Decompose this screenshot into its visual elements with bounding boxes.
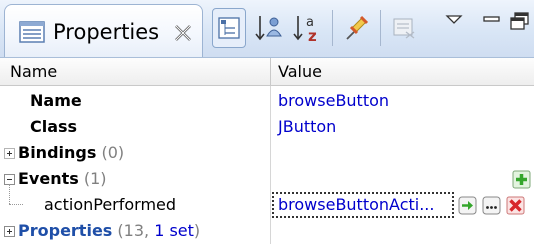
properties-label: Properties (13, 1 set): [18, 221, 201, 240]
column-header-value[interactable]: Value: [278, 60, 322, 84]
properties-count: (13, 1 set): [117, 221, 201, 240]
add-event-button[interactable]: [512, 170, 531, 189]
expand-icon[interactable]: [4, 226, 15, 237]
sort-alphabetical-button[interactable]: a z: [290, 8, 326, 48]
delete-handler-button[interactable]: [506, 196, 525, 215]
view-titlebar: Properties a z: [0, 0, 534, 58]
table-row-name[interactable]: Name browseButton: [0, 88, 534, 116]
property-label: Class: [30, 117, 78, 136]
toolbar-separator: [332, 10, 333, 46]
event-handler-value: browseButtonActi...: [278, 195, 435, 214]
bindings-count: (0): [101, 143, 125, 162]
go-to-handler-icon: [458, 196, 477, 215]
maximize-icon: [510, 12, 529, 30]
close-icon[interactable]: [173, 23, 193, 43]
sort-alphabetical-icon: a z: [293, 15, 317, 45]
minimize-button[interactable]: [480, 8, 504, 48]
column-header-name[interactable]: Name: [10, 60, 57, 84]
sort-by-name-button[interactable]: [252, 8, 284, 48]
sort-by-name-icon: [255, 16, 282, 41]
table-header: Name Value: [0, 58, 534, 86]
event-label: actionPerformed: [44, 195, 177, 214]
table-row-properties[interactable]: Properties (13, 1 set): [0, 218, 534, 246]
property-value[interactable]: JButton: [278, 114, 336, 140]
add-icon: [512, 170, 531, 189]
properties-view-icon: [19, 21, 45, 43]
restore-default-icon: [393, 18, 415, 39]
expand-icon[interactable]: [4, 148, 15, 159]
edit-handler-button[interactable]: [482, 196, 501, 215]
svg-text:z: z: [308, 27, 317, 45]
toolbar-separator: [380, 10, 381, 46]
property-label: Name: [30, 91, 82, 110]
pin-button[interactable]: [340, 8, 374, 48]
go-to-handler-button[interactable]: [458, 196, 477, 215]
events-label: Events (1): [18, 169, 107, 188]
pin-icon: [346, 15, 369, 40]
delete-icon: [506, 196, 525, 215]
event-handler-field[interactable]: browseButtonActi...: [272, 192, 454, 218]
maximize-button[interactable]: [508, 8, 532, 48]
table-row-bindings[interactable]: Bindings (0): [0, 140, 534, 168]
show-categories-icon: [218, 17, 240, 39]
minimize-icon: [483, 16, 500, 22]
bindings-label: Bindings (0): [18, 143, 125, 162]
view-menu-button[interactable]: [442, 8, 466, 48]
ellipsis-icon: [482, 196, 501, 215]
property-value[interactable]: browseButton: [278, 88, 389, 114]
column-divider[interactable]: [270, 58, 271, 85]
properties-tab[interactable]: Properties: [4, 4, 203, 57]
events-count: (1): [83, 169, 107, 188]
view-menu-chevron-icon: [445, 15, 463, 24]
tab-title: Properties: [53, 20, 160, 44]
table-row-class[interactable]: Class JButton: [0, 114, 534, 142]
restore-default-button[interactable]: [388, 8, 420, 48]
table-row-events[interactable]: Events (1): [0, 166, 534, 194]
show-categories-button[interactable]: [212, 8, 246, 48]
